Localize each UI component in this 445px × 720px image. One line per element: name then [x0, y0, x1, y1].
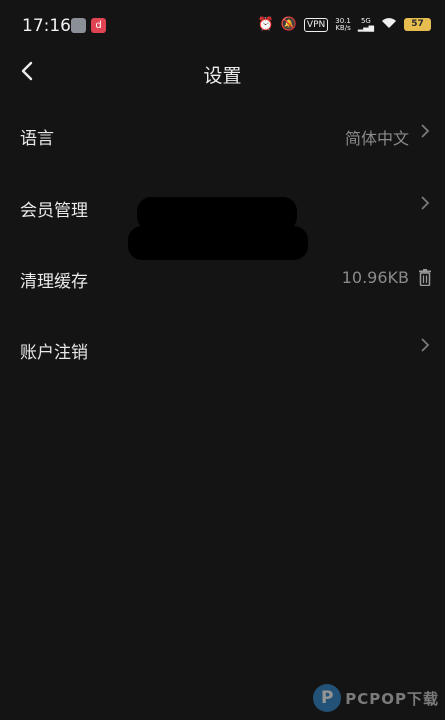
network-speed: 30.1 KB/s [335, 17, 351, 32]
language-label: 语言 [20, 129, 54, 149]
mute-icon: 🔕 [280, 17, 297, 32]
status-time: 17:16 [22, 16, 71, 36]
settings-row-language[interactable]: 语言 简体中文 [0, 112, 445, 160]
trash-icon[interactable] [419, 269, 431, 287]
language-value: 简体中文 [344, 129, 409, 148]
douyin-notification-icon: d [91, 18, 106, 33]
chevron-right-icon [420, 122, 430, 144]
pcpop-logo-icon: P [313, 684, 342, 712]
status-bar: 17:16 d ⏰ 🔕 VPN 30.1 KB/s 5G ▂▄▆ 57 [0, 0, 445, 50]
app-notification-icon [71, 18, 86, 33]
membership-label: 会员管理 [20, 201, 88, 221]
page-title: 设置 [203, 65, 242, 87]
alarm-icon: ⏰ [257, 17, 274, 32]
chevron-right-icon [420, 336, 430, 358]
status-icons: ⏰ 🔕 VPN 30.1 KB/s 5G ▂▄▆ 57 [258, 16, 431, 33]
watermark-text: PCPOP下载 [345, 689, 439, 708]
battery-icon: 57 [404, 18, 431, 31]
signal-icon: 5G ▂▄▆ [357, 16, 374, 32]
speed-unit: KB/s [335, 23, 351, 32]
chevron-right-icon [420, 194, 430, 216]
settings-row-clear-cache[interactable]: 清理缓存 10.96KB [0, 255, 445, 303]
top-bar: 设置 [0, 52, 445, 96]
vpn-icon: VPN [303, 17, 329, 32]
network-type: 5G [360, 16, 371, 25]
cache-size-value: 10.96KB [341, 268, 409, 287]
wifi-icon [381, 16, 397, 33]
clear-cache-label: 清理缓存 [20, 272, 88, 292]
watermark: P PCPOP下载 [313, 684, 439, 712]
account-cancel-label: 账户注销 [20, 343, 88, 363]
settings-row-account-cancel[interactable]: 账户注销 [0, 326, 445, 374]
